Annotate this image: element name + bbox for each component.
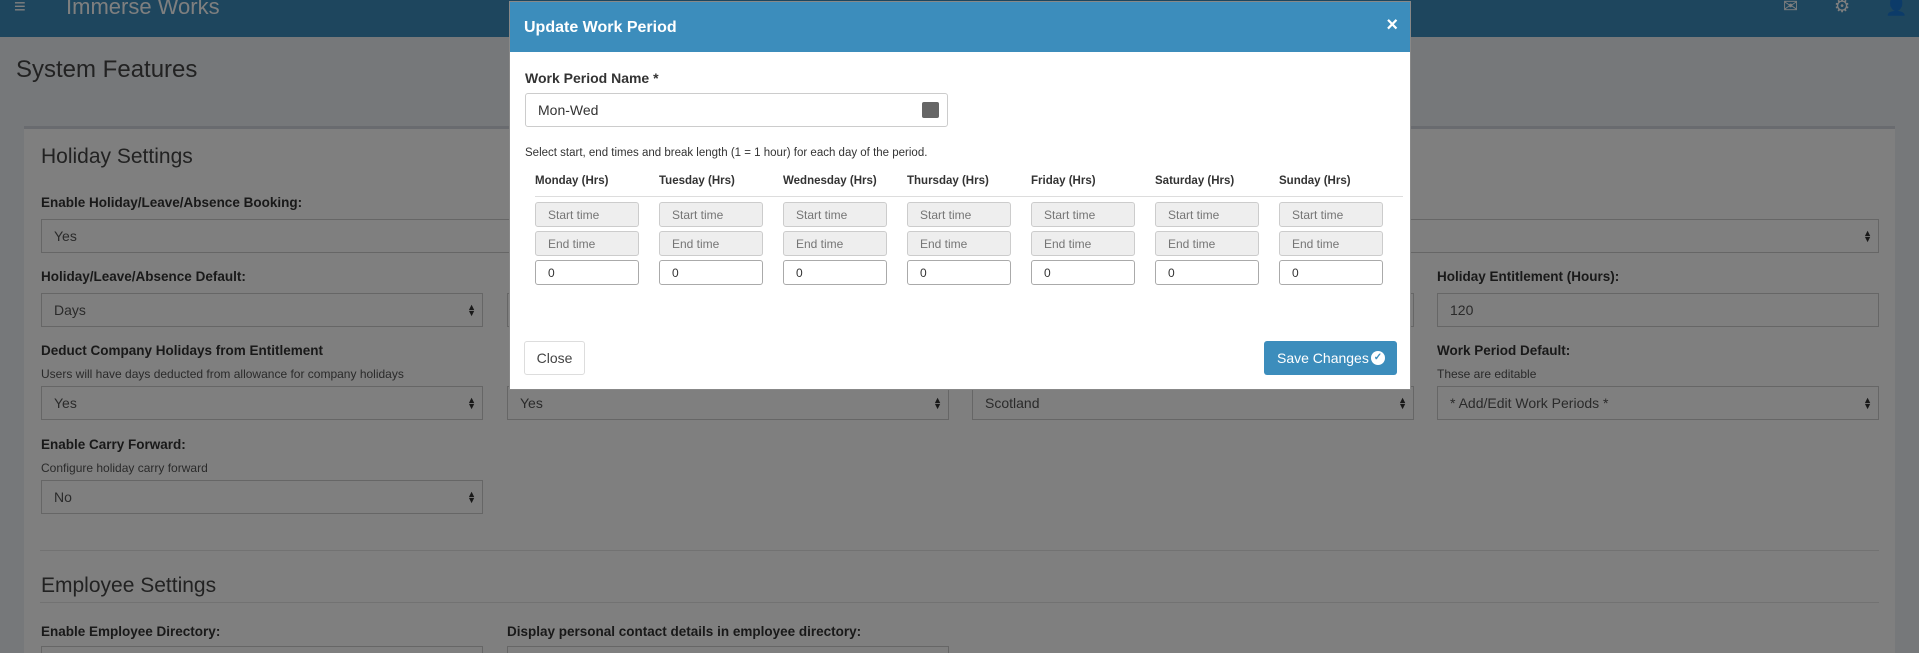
end-time-input[interactable] xyxy=(783,231,887,256)
break-length-input[interactable] xyxy=(535,260,639,285)
start-time-input[interactable] xyxy=(659,202,763,227)
break-length-input[interactable] xyxy=(783,260,887,285)
end-time-input[interactable] xyxy=(1031,231,1135,256)
day-header: Monday (Hrs) xyxy=(535,175,609,187)
close-icon[interactable]: × xyxy=(1386,14,1398,37)
start-time-input[interactable] xyxy=(1155,202,1259,227)
day-column: Thursday (Hrs) xyxy=(907,172,1017,285)
start-time-input[interactable] xyxy=(1031,202,1135,227)
day-column: Monday (Hrs) xyxy=(535,172,645,285)
modal-header: Update Work Period × xyxy=(510,2,1410,52)
day-column: Saturday (Hrs) xyxy=(1155,172,1265,285)
day-header: Sunday (Hrs) xyxy=(1279,175,1351,187)
start-time-input[interactable] xyxy=(1279,202,1383,227)
end-time-input[interactable] xyxy=(659,231,763,256)
break-length-input[interactable] xyxy=(907,260,1011,285)
end-time-input[interactable] xyxy=(1155,231,1259,256)
keyboard-icon[interactable] xyxy=(922,102,939,118)
close-button[interactable]: Close xyxy=(524,341,585,375)
break-length-input[interactable] xyxy=(1279,260,1383,285)
update-work-period-modal: Update Work Period × Work Period Name * … xyxy=(509,1,1411,390)
day-header: Saturday (Hrs) xyxy=(1155,175,1235,187)
end-time-input[interactable] xyxy=(535,231,639,256)
day-column: Wednesday (Hrs) xyxy=(783,172,893,285)
end-time-input[interactable] xyxy=(1279,231,1383,256)
period-description: Select start, end times and break length… xyxy=(525,147,928,159)
start-time-input[interactable] xyxy=(907,202,1011,227)
save-changes-button[interactable]: Save Changes ✓ xyxy=(1264,341,1397,375)
work-period-name-value: Mon-Wed xyxy=(538,102,599,118)
check-circle-icon: ✓ xyxy=(1371,351,1385,365)
day-header: Wednesday (Hrs) xyxy=(783,175,877,187)
start-time-input[interactable] xyxy=(535,202,639,227)
break-length-input[interactable] xyxy=(659,260,763,285)
day-header: Friday (Hrs) xyxy=(1031,175,1096,187)
day-header: Tuesday (Hrs) xyxy=(659,175,735,187)
day-column: Sunday (Hrs) xyxy=(1279,172,1389,285)
start-time-input[interactable] xyxy=(783,202,887,227)
break-length-input[interactable] xyxy=(1155,260,1259,285)
work-period-name-label: Work Period Name * xyxy=(525,70,659,86)
save-changes-label: Save Changes xyxy=(1277,350,1369,366)
work-period-name-input[interactable]: Mon-Wed xyxy=(525,93,948,127)
end-time-input[interactable] xyxy=(907,231,1011,256)
modal-title: Update Work Period xyxy=(524,19,677,36)
day-column: Friday (Hrs) xyxy=(1031,172,1141,285)
day-header: Thursday (Hrs) xyxy=(907,175,989,187)
day-column: Tuesday (Hrs) xyxy=(659,172,769,285)
break-length-input[interactable] xyxy=(1031,260,1135,285)
